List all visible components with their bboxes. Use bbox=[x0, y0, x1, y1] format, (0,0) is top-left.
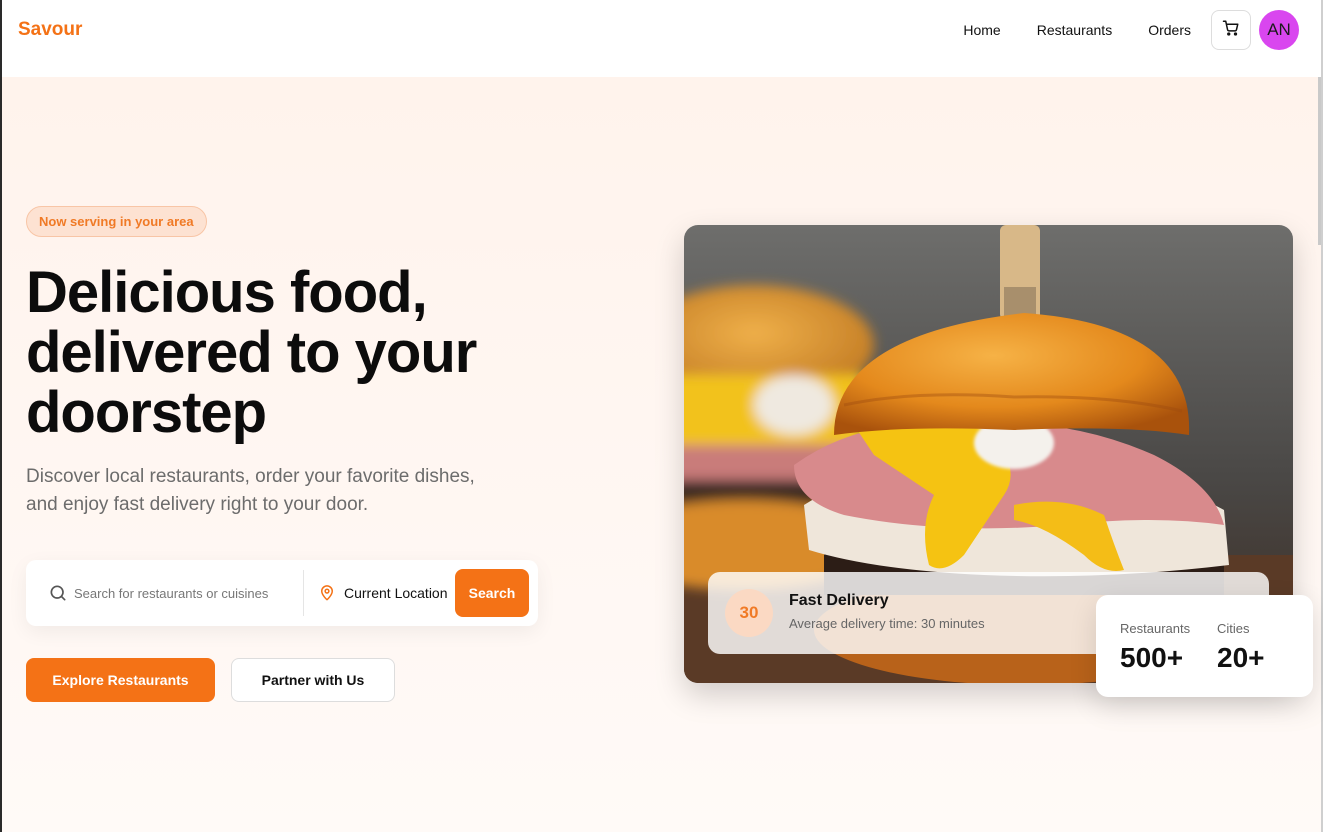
location-selector[interactable]: Current Location bbox=[344, 585, 448, 601]
availability-badge: Now serving in your area bbox=[26, 206, 207, 237]
nav-links: Home Restaurants Orders AN bbox=[963, 10, 1299, 50]
hero-subtext: Discover local restaurants, order your f… bbox=[26, 466, 475, 515]
brand-logo[interactable]: Savour bbox=[18, 19, 82, 41]
explore-restaurants-button[interactable]: Explore Restaurants bbox=[26, 658, 215, 702]
shopping-cart-icon bbox=[1222, 19, 1240, 42]
stat-restaurants-label: Restaurants bbox=[1120, 621, 1191, 636]
delivery-title: Fast Delivery bbox=[789, 592, 889, 609]
stat-cities-label: Cities bbox=[1217, 621, 1250, 636]
search-divider bbox=[303, 570, 304, 616]
location-pin-icon bbox=[318, 583, 336, 608]
partner-with-us-button[interactable]: Partner with Us bbox=[231, 658, 395, 702]
nav-orders-link[interactable]: Orders bbox=[1148, 22, 1191, 38]
stats-card: Restaurants 500+ Cities 20+ bbox=[1096, 595, 1313, 697]
navbar: Savour Home Restaurants Orders AN bbox=[2, 0, 1321, 77]
nav-restaurants-link[interactable]: Restaurants bbox=[1037, 22, 1112, 38]
hero-headline: Delicious food, delivered to your doorst… bbox=[26, 260, 477, 445]
search-input[interactable] bbox=[74, 582, 294, 604]
cart-button[interactable] bbox=[1211, 10, 1251, 50]
search-icon bbox=[48, 583, 68, 608]
nav-home-link[interactable]: Home bbox=[963, 22, 1000, 38]
hero-section: Now serving in your area Delicious food,… bbox=[2, 77, 1321, 832]
stat-restaurants-value: 500+ bbox=[1120, 642, 1184, 673]
delivery-subtitle: Average delivery time: 30 minutes bbox=[789, 616, 985, 631]
search-button[interactable]: Search bbox=[455, 569, 529, 617]
delivery-time-badge: 30 bbox=[725, 589, 773, 637]
search-box: Current Location Search bbox=[26, 560, 538, 626]
stat-cities-value: 20+ bbox=[1217, 642, 1265, 673]
user-avatar[interactable]: AN bbox=[1259, 10, 1299, 50]
scrollbar[interactable] bbox=[1318, 77, 1321, 245]
